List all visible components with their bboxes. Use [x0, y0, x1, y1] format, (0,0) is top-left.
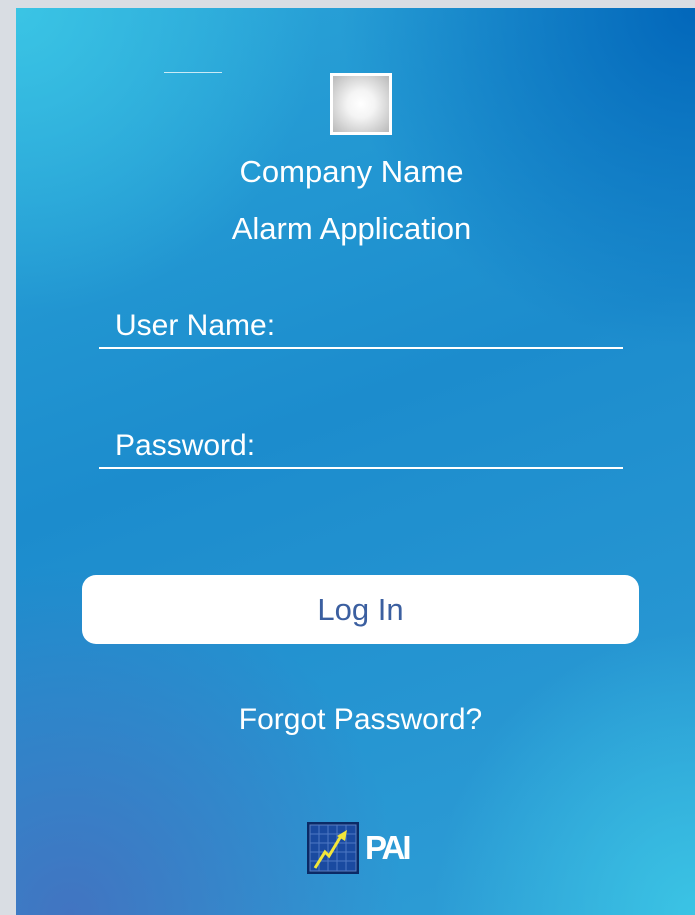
forgot-password-link[interactable]: Forgot Password?	[16, 703, 695, 737]
password-field[interactable]: Password:	[99, 425, 623, 469]
pai-chart-icon	[307, 822, 359, 874]
pai-brand-text: PAI	[365, 829, 412, 866]
username-input[interactable]	[299, 309, 623, 345]
username-field[interactable]: User Name:	[99, 305, 623, 349]
company-name: Company Name	[239, 154, 464, 189]
username-label: User Name:	[115, 309, 276, 342]
password-label: Password:	[115, 429, 256, 462]
pai-brand: PAI	[307, 822, 412, 874]
placeholder-logo-icon	[330, 73, 392, 135]
decorative-dash	[164, 72, 222, 73]
password-input[interactable]	[279, 429, 623, 465]
login-screen: Company Name Alarm Application User Name…	[16, 8, 695, 915]
app-name: Alarm Application	[231, 211, 472, 246]
login-button[interactable]: Log In	[82, 575, 639, 644]
